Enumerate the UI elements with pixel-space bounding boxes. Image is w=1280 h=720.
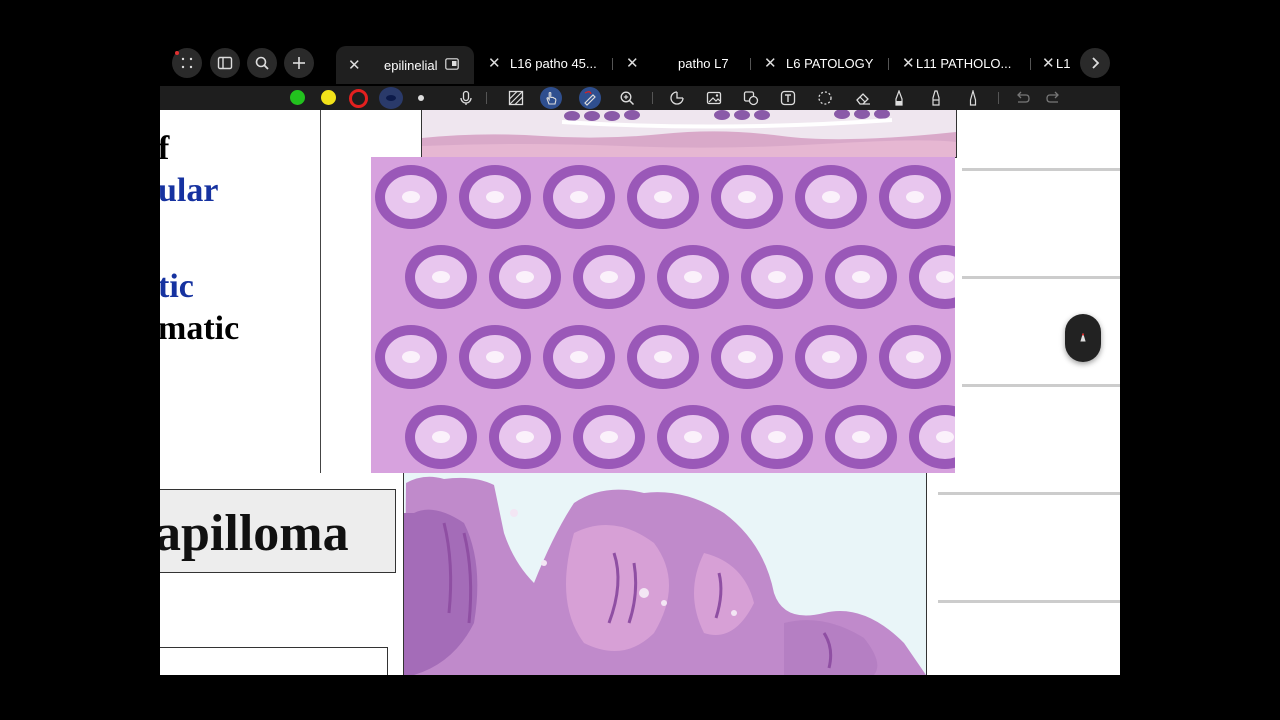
scroll-tabs-right-button[interactable] <box>1080 48 1110 78</box>
color-yellow-swatch[interactable] <box>321 90 336 105</box>
tab-window-icon <box>445 57 460 73</box>
tab-title: epilinelial <box>384 57 438 73</box>
histology-strip-image <box>421 110 957 158</box>
tab-patho-l7[interactable]: ✕ patho L7 <box>626 48 729 78</box>
color-navy-swatch[interactable] <box>379 87 403 109</box>
tab-label: L16 patho 45... <box>510 55 597 71</box>
highlighter-icon[interactable] <box>927 89 945 107</box>
pen-size-dot[interactable] <box>418 95 424 101</box>
tab-l16[interactable]: ✕ L16 patho 45... <box>488 48 597 78</box>
color-red-swatch[interactable] <box>349 89 368 108</box>
close-icon[interactable]: ✕ <box>1042 54 1055 72</box>
fine-pen-icon[interactable] <box>964 89 982 107</box>
slide-divider <box>320 110 321 473</box>
tab-separator <box>612 58 613 70</box>
undo-icon[interactable] <box>1013 89 1031 107</box>
note-line <box>962 276 1120 279</box>
grid-icon <box>181 57 193 69</box>
tab-l1[interactable]: ✕ L1 <box>1042 48 1070 78</box>
chevron-right-icon <box>1092 57 1100 69</box>
touch-icon[interactable] <box>540 87 562 109</box>
tab-l6[interactable]: ✕ L6 PATOLOGY <box>764 48 873 78</box>
adenoma-histology-image <box>371 157 955 473</box>
tab-label: L1 <box>1056 55 1071 71</box>
search-button[interactable] <box>247 48 277 78</box>
new-tab-button[interactable] <box>284 48 314 78</box>
drawing-toolbar <box>160 86 1120 110</box>
apps-grid-button[interactable] <box>172 48 202 78</box>
slide-text-line2: ular <box>160 172 219 209</box>
toolbar-separator <box>652 92 653 104</box>
hatch-icon[interactable] <box>507 89 525 107</box>
pen-icon[interactable] <box>890 89 908 107</box>
tab-label: L11 PATHOLO... <box>916 55 1012 71</box>
slide-text-line1: f <box>160 130 170 167</box>
note-line <box>938 492 1120 495</box>
close-icon[interactable]: ✕ <box>626 54 639 72</box>
tab-separator <box>750 58 751 70</box>
tab-label: L6 PATOLOGY <box>786 55 874 71</box>
close-icon[interactable]: ✕ <box>902 54 915 72</box>
microphone-icon[interactable] <box>457 89 475 107</box>
text-icon[interactable] <box>779 89 797 107</box>
zoom-icon[interactable] <box>618 89 636 107</box>
note-line <box>962 384 1120 387</box>
papilloma-box: apilloma <box>160 489 396 573</box>
close-icon[interactable]: ✕ <box>764 54 777 72</box>
sticker-icon[interactable] <box>742 89 760 107</box>
tab-epilinelial[interactable]: ✕ epilinelial <box>336 46 474 84</box>
note-line <box>962 168 1120 171</box>
color-green-swatch[interactable] <box>290 90 305 105</box>
redo-icon[interactable] <box>1045 89 1063 107</box>
tab-l11[interactable]: ✕ L11 PATHOLO... <box>902 48 1011 78</box>
note-canvas[interactable]: f ular tic matic apilloma <box>160 110 1120 675</box>
close-icon[interactable]: ✕ <box>348 56 361 74</box>
papilloma-title: apilloma <box>160 505 349 562</box>
eraser-icon[interactable] <box>854 89 872 107</box>
sidebar-toggle-button[interactable] <box>210 48 240 78</box>
floating-pen-button[interactable] <box>1065 314 1101 362</box>
tab-bar: ✕ epilinelial ✕ L16 patho 45... ✕ patho … <box>160 40 1120 86</box>
plus-icon <box>293 57 305 69</box>
toolbar-separator <box>486 92 487 104</box>
notification-dot <box>175 51 179 55</box>
note-line <box>938 600 1120 603</box>
lower-box <box>160 647 388 675</box>
sidebar-icon <box>217 56 233 70</box>
close-icon[interactable]: ✕ <box>488 54 501 72</box>
slide-text-line3: tic <box>160 268 194 305</box>
tab-separator <box>888 58 889 70</box>
shape-icon[interactable] <box>668 89 686 107</box>
tab-separator <box>1030 58 1031 70</box>
tab-label: patho L7 <box>678 55 729 71</box>
lasso-icon[interactable] <box>816 89 834 107</box>
pen-nib-icon <box>1080 332 1086 342</box>
lasso-pen-icon[interactable] <box>579 87 601 109</box>
notes-app: ✕ epilinelial ✕ L16 patho 45... ✕ patho … <box>160 40 1120 675</box>
papilloma-histology-image <box>403 473 927 675</box>
image-icon[interactable] <box>705 89 723 107</box>
search-icon <box>255 56 269 70</box>
slide-text-line4: matic <box>160 310 240 347</box>
toolbar-separator <box>998 92 999 104</box>
